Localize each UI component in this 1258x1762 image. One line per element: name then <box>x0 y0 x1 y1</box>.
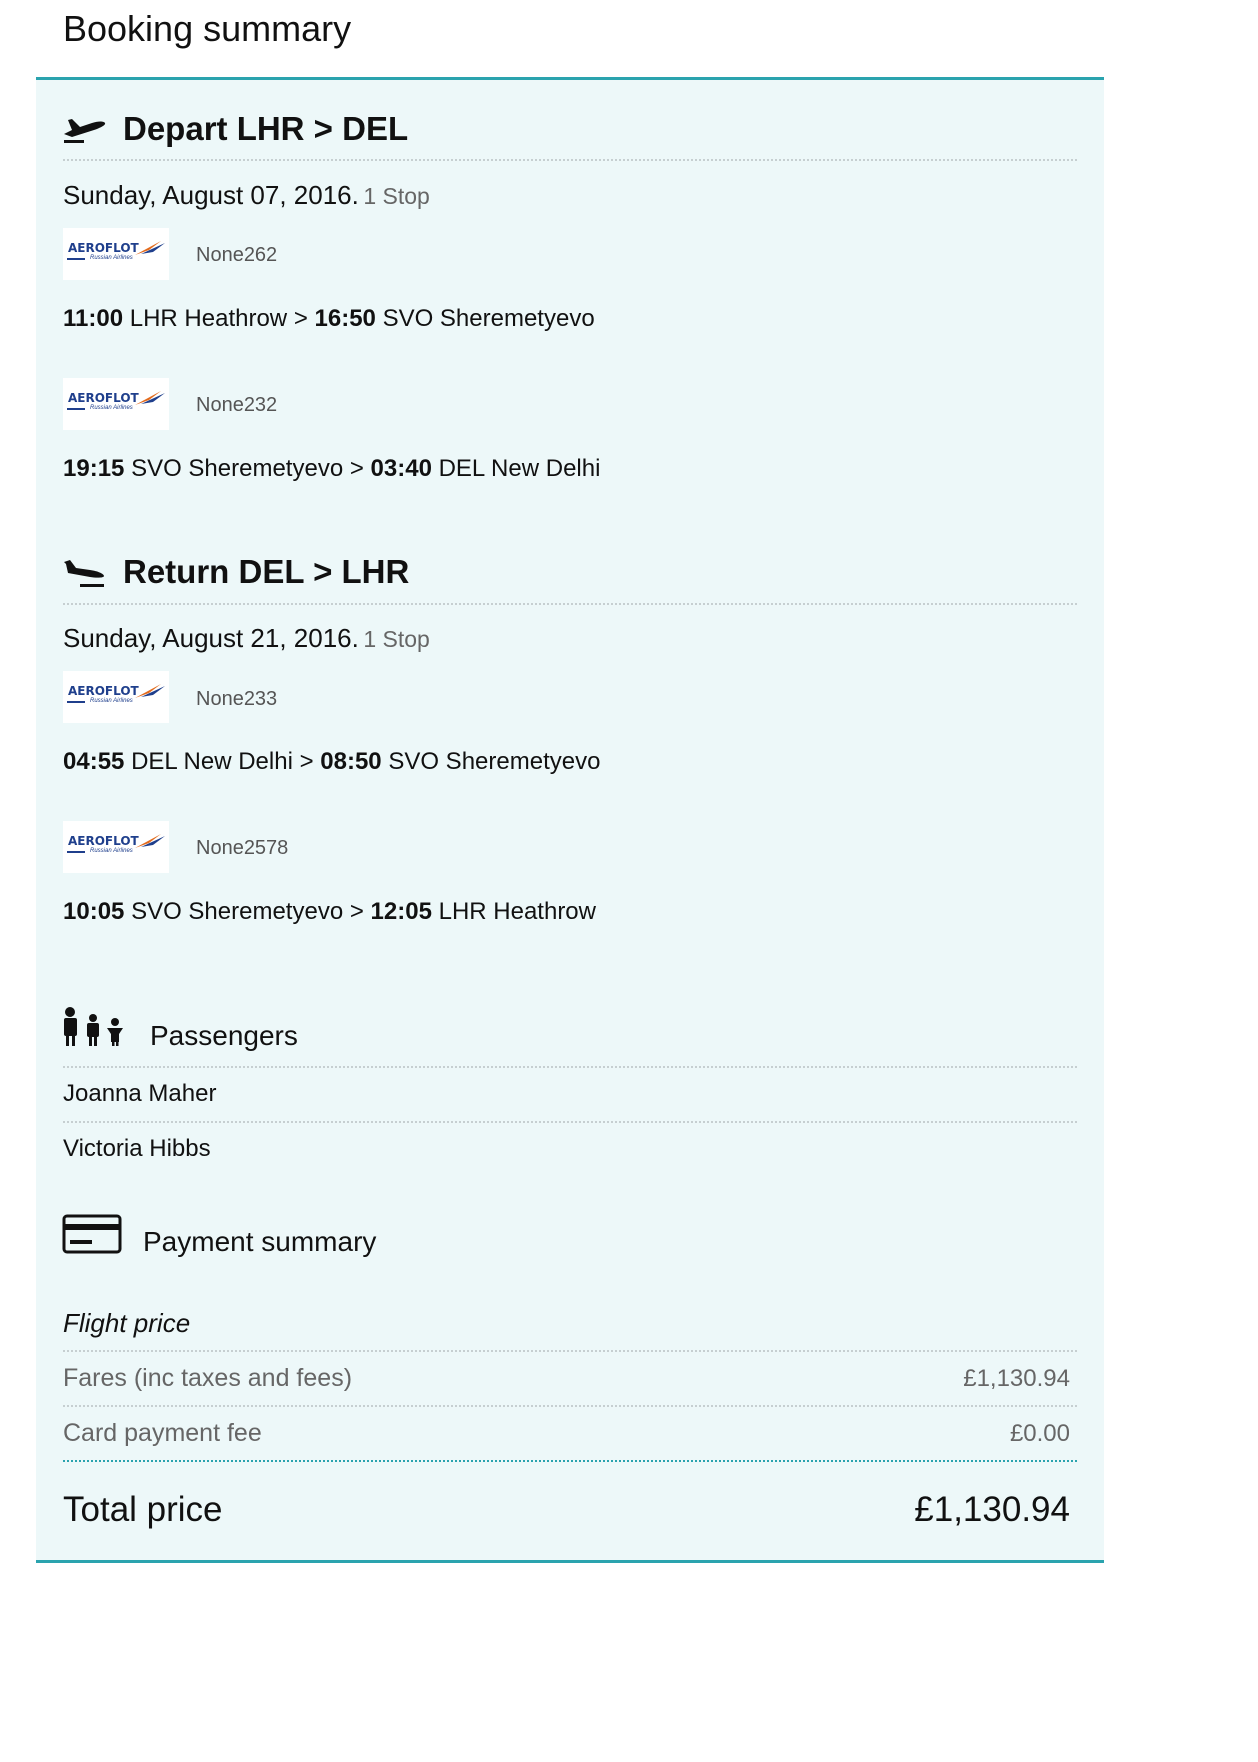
departure-time: 10:05 <box>63 898 125 925</box>
flight-number: None232 <box>196 394 278 416</box>
passengers-heading: Passengers <box>150 1020 298 1051</box>
depart-date: Sunday, August 07, 2016. <box>63 180 359 210</box>
family-icon <box>62 1006 126 1053</box>
flight-number: None233 <box>196 688 278 710</box>
route-separator: > <box>293 305 308 332</box>
arrival-place: DEL New Delhi <box>438 455 601 482</box>
plane-landing-icon <box>62 554 108 595</box>
fare-line-value: £1,130.94 <box>963 1365 1070 1392</box>
divider <box>63 603 1077 605</box>
divider <box>63 159 1077 161</box>
fare-line-label: Fares (inc taxes and fees) <box>63 1364 353 1392</box>
payment-heading: Payment summary <box>143 1226 377 1257</box>
total-price-value: £1,130.94 <box>914 1490 1070 1529</box>
airline-wing-icon <box>67 391 165 410</box>
fee-line-value: £0.00 <box>1009 1420 1070 1447</box>
segment-route: 11:00 LHR Heathrow > 16:50 SVO Sheremety… <box>63 305 595 333</box>
route-separator: > <box>349 898 364 925</box>
page-title: Booking summary <box>63 8 352 49</box>
arrival-time: 12:05 <box>370 898 432 925</box>
flight-price-label: Flight price <box>63 1308 191 1338</box>
return-date-line: Sunday, August 21, 2016. 1 Stop <box>63 623 430 654</box>
route-separator: > <box>349 455 364 482</box>
depart-heading: Depart LHR > DEL <box>123 110 409 147</box>
segment-route: 19:15 SVO Sheremetyevo > 03:40 DEL New D… <box>63 455 600 483</box>
departure-time: 11:00 <box>63 305 124 332</box>
credit-card-icon <box>62 1214 122 1259</box>
depart-stops: 1 Stop <box>363 183 430 209</box>
total-price-label: Total price <box>63 1490 223 1529</box>
return-stops: 1 Stop <box>363 626 430 652</box>
flight-number: None2578 <box>196 837 289 859</box>
airline-logo: AEROFLOT Russian Airlines <box>63 821 169 873</box>
fee-line-label: Card payment fee <box>63 1419 262 1447</box>
arrival-place: SVO Sheremetyevo <box>382 305 595 332</box>
arrival-time: 03:40 <box>370 455 432 482</box>
airline-wing-icon <box>67 834 165 853</box>
passenger-name: Joanna Maher <box>63 1080 217 1107</box>
divider <box>63 1066 1077 1068</box>
return-date: Sunday, August 21, 2016. <box>63 623 359 653</box>
return-heading: Return DEL > LHR <box>123 553 410 590</box>
passenger-name: Victoria Hibbs <box>63 1135 211 1162</box>
plane-takeoff-icon <box>62 110 108 151</box>
departure-time: 19:15 <box>63 455 125 482</box>
departure-place: DEL New Delhi <box>131 748 293 775</box>
airline-wing-icon <box>67 241 165 260</box>
depart-date-line: Sunday, August 07, 2016. 1 Stop <box>63 180 430 211</box>
arrival-time: 08:50 <box>320 748 382 775</box>
divider <box>63 1121 1077 1123</box>
arrival-place: LHR Heathrow <box>438 898 596 925</box>
divider <box>63 1350 1077 1352</box>
airline-logo: AEROFLOT Russian Airlines <box>63 228 169 280</box>
segment-route: 10:05 SVO Sheremetyevo > 12:05 LHR Heath… <box>63 898 596 926</box>
airline-logo: AEROFLOT Russian Airlines <box>63 378 169 430</box>
departure-time: 04:55 <box>63 748 125 775</box>
departure-place: SVO Sheremetyevo <box>131 898 344 925</box>
segment-route: 04:55 DEL New Delhi > 08:50 SVO Sheremet… <box>63 748 600 776</box>
arrival-place: SVO Sheremetyevo <box>388 748 601 775</box>
airline-logo: AEROFLOT Russian Airlines <box>63 671 169 723</box>
total-divider <box>63 1460 1077 1462</box>
divider <box>63 1405 1077 1407</box>
flight-number: None262 <box>196 244 278 266</box>
departure-place: SVO Sheremetyevo <box>131 455 344 482</box>
arrival-time: 16:50 <box>314 305 376 332</box>
airline-wing-icon <box>67 684 165 703</box>
departure-place: LHR Heathrow <box>129 305 288 332</box>
route-separator: > <box>299 748 314 775</box>
booking-summary-panel: Depart LHR > DEL Sunday, August 07, 2016… <box>36 77 1104 1563</box>
